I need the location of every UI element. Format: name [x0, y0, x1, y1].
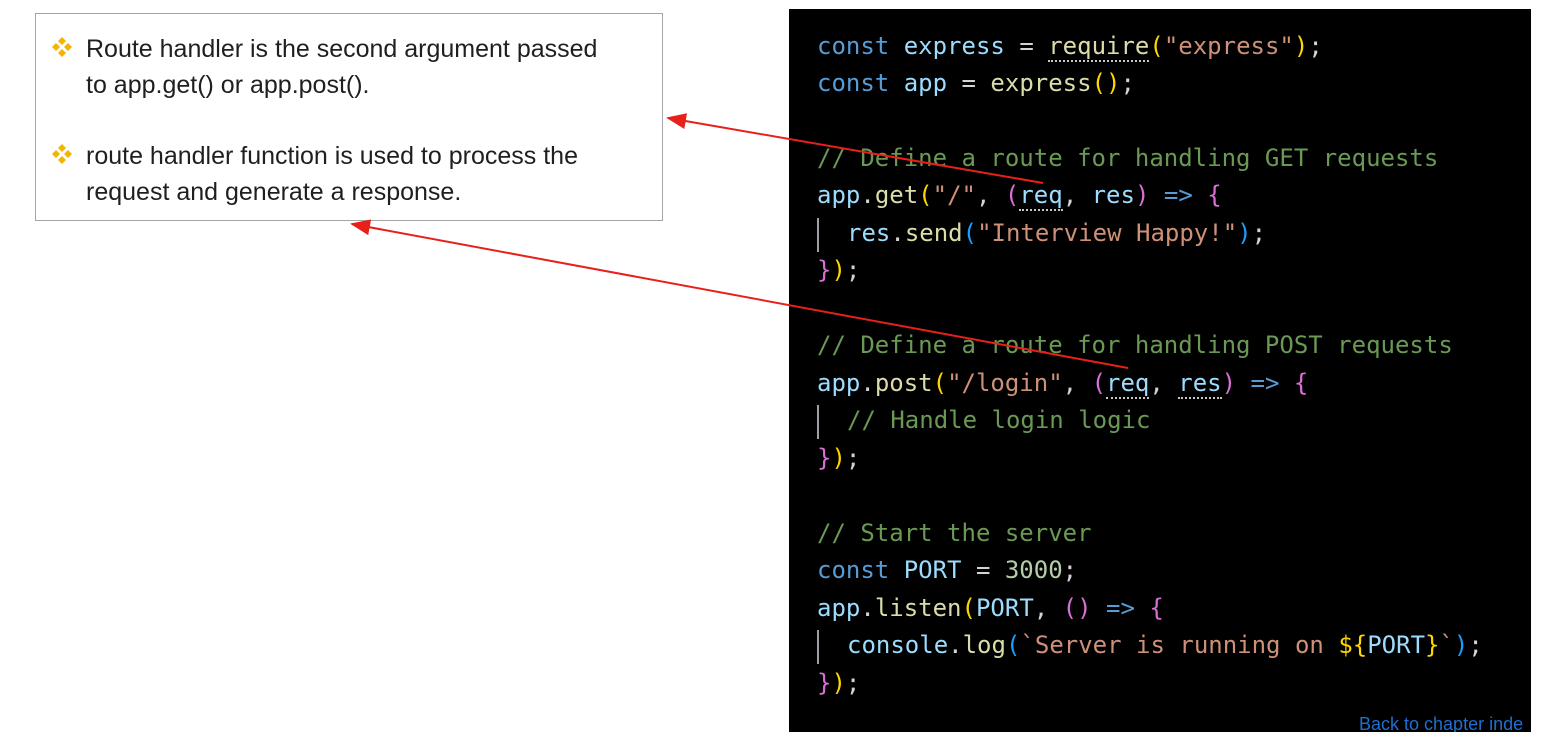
- annotation-arrows: [350, 113, 1129, 369]
- back-to-chapter-index-link[interactable]: Back to chapter inde: [1359, 714, 1523, 732]
- annotation-arrow: [350, 219, 1129, 369]
- slide: Route handler is the second argument pas…: [0, 0, 1551, 732]
- annotation-arrow: [666, 113, 1044, 184]
